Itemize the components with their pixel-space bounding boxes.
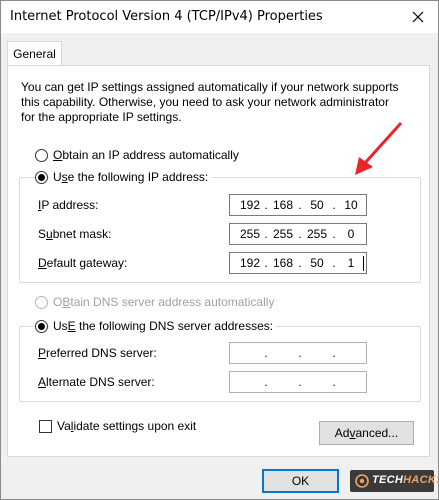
preferred-dns-label: Preferred DNS server:	[38, 346, 157, 360]
obtain-ip-auto-radio[interactable]	[35, 149, 48, 162]
dialog-window: Internet Protocol Version 4 (TCP/IPv4) P…	[0, 0, 439, 500]
advanced-button[interactable]: Advanced...	[319, 421, 414, 445]
tab-general[interactable]: General	[7, 41, 62, 66]
alternate-dns-label: Alternate DNS server:	[38, 375, 155, 389]
obtain-dns-auto-label[interactable]: OBtain DNS server address automatically	[53, 295, 274, 309]
subnet-mask-label: Subnet mask:	[38, 227, 112, 241]
tab-strip: General	[1, 33, 438, 66]
default-gateway-label: Default gateway:	[38, 256, 128, 270]
ip-address-field[interactable]: 192 . 168 . 50 . 10	[229, 194, 367, 216]
use-following-ip-label[interactable]: Use the following IP address:	[50, 170, 212, 184]
close-icon[interactable]	[406, 5, 430, 29]
use-following-dns-label[interactable]: UsE the following DNS server addresses:	[50, 319, 277, 333]
annotation-arrow-icon	[355, 121, 403, 175]
validate-settings-label[interactable]: Validate settings upon exit	[57, 419, 196, 433]
default-gateway-field[interactable]: 192 . 168 . 50 . 1	[229, 252, 367, 274]
window-title: Internet Protocol Version 4 (TCP/IPv4) P…	[10, 9, 323, 24]
subnet-mask-field[interactable]: 255 . 255 . 255 . 0	[229, 223, 367, 245]
techhacks-watermark: TECHHACKS	[350, 470, 438, 492]
obtain-ip-auto-label[interactable]: Obtain an IP address automatically	[53, 148, 239, 162]
techhacks-logo-icon	[355, 474, 369, 488]
use-following-dns-radio[interactable]	[35, 320, 48, 333]
preferred-dns-field[interactable]: . . .	[229, 342, 367, 364]
validate-settings-checkbox[interactable]	[39, 420, 52, 433]
ip-address-label: IP address:	[38, 198, 99, 212]
use-following-ip-radio[interactable]	[35, 171, 48, 184]
text-caret	[363, 256, 364, 271]
alternate-dns-field[interactable]: . . .	[229, 371, 367, 393]
obtain-dns-auto-radio[interactable]	[35, 296, 48, 309]
title-bar: Internet Protocol Version 4 (TCP/IPv4) P…	[1, 1, 438, 33]
ok-button[interactable]: OK	[262, 469, 339, 493]
